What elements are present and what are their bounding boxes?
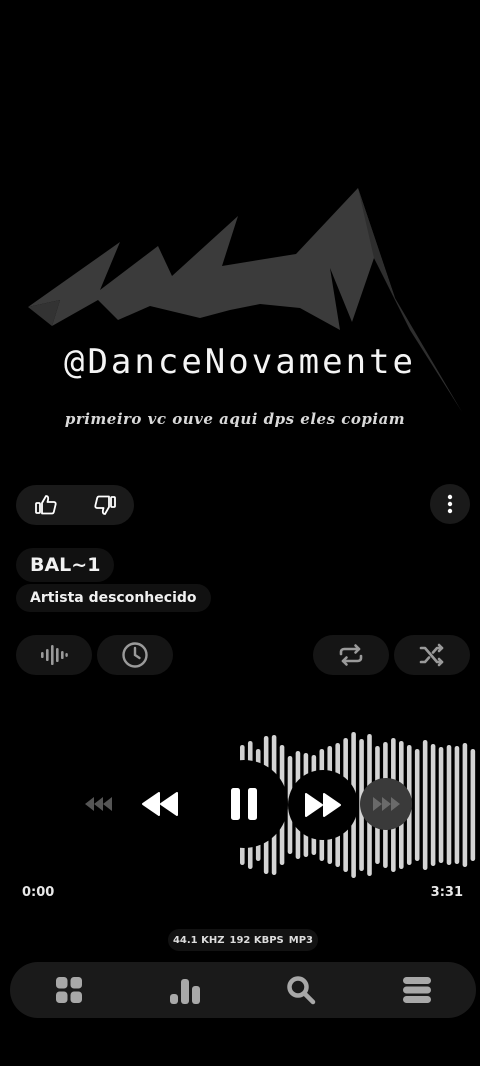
nav-library[interactable]: [39, 962, 99, 1018]
search-icon: [287, 976, 316, 1005]
nav-queue[interactable]: [387, 962, 447, 1018]
waveform-bar: [430, 744, 436, 866]
waveform-bar: [470, 749, 476, 861]
waveform-bar: [454, 746, 460, 864]
waveform-bar: [446, 745, 452, 865]
bitrate: 192 KBPS: [229, 934, 284, 946]
waveform-bar: [422, 740, 428, 870]
menu-icon: [403, 977, 431, 1003]
rewind-icon: [142, 792, 178, 816]
rating-pill: [16, 485, 134, 525]
current-time: 0:00: [22, 885, 55, 900]
more-vertical-icon: [447, 494, 453, 514]
duration: 3:31: [430, 885, 463, 900]
previous-button[interactable]: [136, 780, 184, 828]
fast-rewind-icon: [85, 797, 112, 811]
audio-format-info: 44.1 KHZ 192 KBPS MP3: [168, 929, 318, 951]
pause-icon: [231, 788, 257, 820]
seek-forward-button[interactable]: [360, 778, 412, 830]
like-button[interactable]: [16, 485, 75, 525]
bottom-navigation: [10, 962, 476, 1018]
track-title: BAL~1: [16, 548, 115, 582]
nav-charts[interactable]: [155, 962, 215, 1018]
album-artwork: [28, 188, 462, 412]
pause-button[interactable]: [200, 760, 288, 848]
shuffle-icon: [419, 643, 444, 667]
thumbs-up-icon: [34, 495, 57, 515]
more-options-button[interactable]: [430, 484, 470, 524]
bars-icon: [170, 979, 200, 1004]
shuffle-button[interactable]: [394, 635, 470, 675]
artwork-subtitle: primeiro vc ouve aqui dps eles copiam: [64, 410, 406, 428]
grid-icon: [56, 977, 82, 1003]
track-artist[interactable]: Artista desconhecido: [16, 584, 211, 612]
waveform-bar: [438, 747, 444, 863]
waveform-bar: [462, 743, 468, 867]
dislike-button[interactable]: [75, 485, 134, 525]
nav-search[interactable]: [271, 962, 331, 1018]
sleep-timer-button[interactable]: [97, 635, 173, 675]
thumbs-down-icon: [93, 495, 116, 515]
skip-forward-icon: [373, 797, 400, 811]
equalizer-button[interactable]: [16, 635, 92, 675]
repeat-icon: [339, 644, 363, 666]
waveform-icon: [41, 645, 68, 665]
clock-icon: [122, 642, 148, 668]
fast-forward-icon: [305, 793, 341, 817]
codec: MP3: [288, 934, 314, 946]
sample-rate: 44.1 KHZ: [172, 934, 225, 946]
artwork-title: @DanceNovamente: [63, 342, 417, 382]
mountain-graphic: [28, 188, 395, 330]
repeat-button[interactable]: [313, 635, 389, 675]
waveform-bar: [414, 749, 420, 861]
seek-back-button[interactable]: [82, 790, 116, 818]
next-button[interactable]: [288, 770, 358, 840]
